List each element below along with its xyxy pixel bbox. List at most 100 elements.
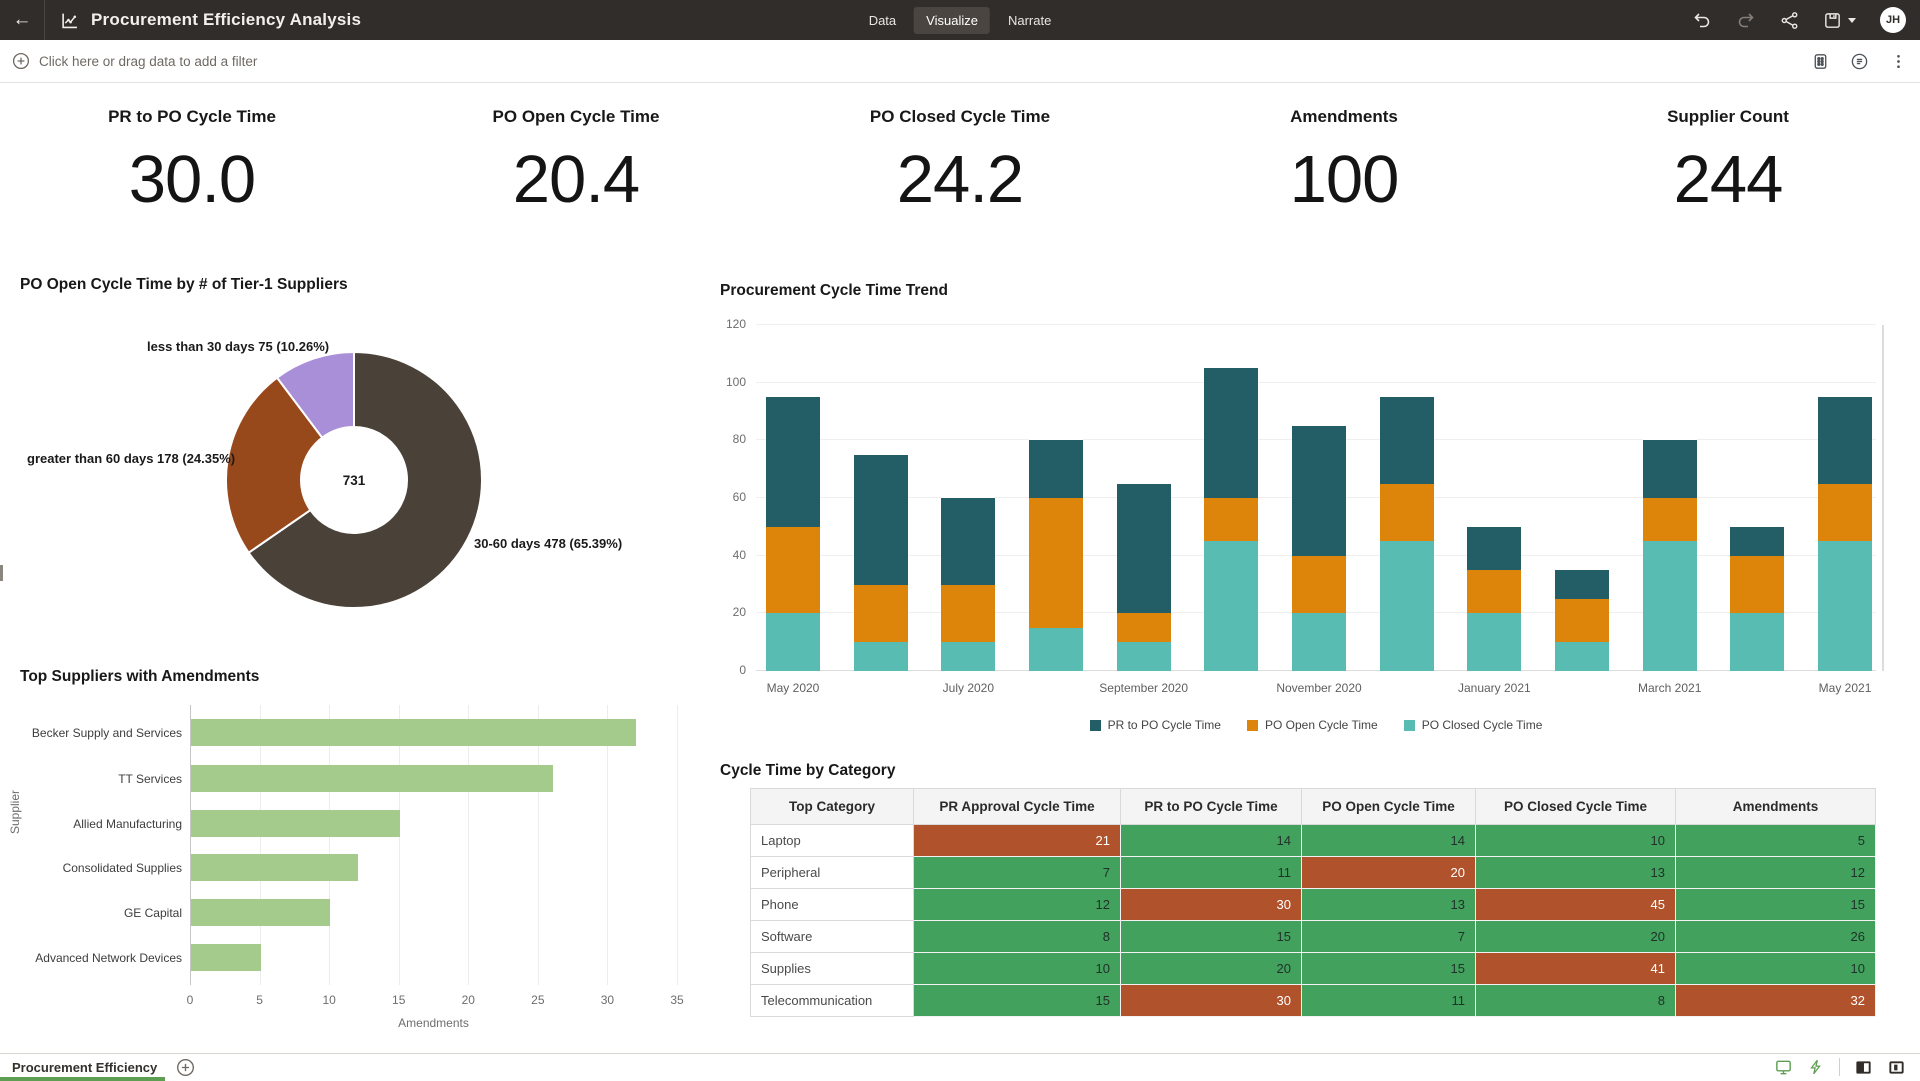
stacked-bar-segment[interactable]	[1555, 569, 1609, 599]
supplier-bar[interactable]	[191, 719, 636, 746]
stacked-bar-segment[interactable]	[1555, 642, 1609, 671]
table-value-cell[interactable]: 20	[1302, 857, 1476, 889]
table-value-cell[interactable]: 5	[1676, 825, 1876, 857]
table-value-cell[interactable]: 41	[1476, 953, 1676, 985]
stacked-bar-segment[interactable]	[1380, 541, 1434, 671]
stacked-bar-segment[interactable]	[1292, 555, 1346, 614]
legend-item[interactable]: PO Closed Cycle Time	[1404, 718, 1543, 732]
table-category-cell[interactable]: Phone	[751, 889, 914, 921]
panel-resize-handle[interactable]	[0, 565, 3, 581]
auto-refresh-icon[interactable]	[1807, 1058, 1825, 1076]
table-column-header[interactable]: Amendments	[1676, 789, 1876, 825]
stacked-bar-segment[interactable]	[1292, 613, 1346, 671]
canvas-tab[interactable]: Procurement Efficiency	[12, 1060, 157, 1075]
stacked-bar-segment[interactable]	[766, 396, 820, 527]
stacked-bar-segment[interactable]	[1204, 497, 1258, 541]
stacked-bar-segment[interactable]	[1029, 439, 1083, 498]
table-category-cell[interactable]: Telecommunication	[751, 985, 914, 1017]
tab-data[interactable]: Data	[857, 7, 908, 34]
chart-scrollbar[interactable]	[1882, 325, 1884, 671]
table-value-cell[interactable]: 30	[1121, 985, 1302, 1017]
stacked-bar-segment[interactable]	[1292, 425, 1346, 556]
table-category-cell[interactable]: Laptop	[751, 825, 914, 857]
stacked-bar-segment[interactable]	[1117, 612, 1171, 642]
redo-icon[interactable]	[1736, 10, 1756, 30]
stacked-bar-segment[interactable]	[1643, 497, 1697, 541]
table-column-header[interactable]: PR Approval Cycle Time	[914, 789, 1121, 825]
kpi-tile[interactable]: Supplier Count244	[1536, 95, 1920, 245]
kebab-menu-icon[interactable]	[1889, 52, 1908, 71]
legend-item[interactable]: PO Open Cycle Time	[1247, 718, 1378, 732]
stacked-bar-segment[interactable]	[1818, 483, 1872, 542]
stacked-bar-segment[interactable]	[1204, 367, 1258, 498]
stacked-bar-segment[interactable]	[766, 613, 820, 671]
add-filter-area[interactable]: Click here or drag data to add a filter	[12, 52, 257, 70]
kpi-tile[interactable]: PR to PO Cycle Time30.0	[0, 95, 384, 245]
kpi-tile[interactable]: Amendments100	[1152, 95, 1536, 245]
table-column-header[interactable]: PO Closed Cycle Time	[1476, 789, 1676, 825]
stacked-bar-segment[interactable]	[854, 584, 908, 643]
table-value-cell[interactable]: 14	[1121, 825, 1302, 857]
stacked-bar-segment[interactable]	[1818, 541, 1872, 671]
undo-icon[interactable]	[1692, 10, 1712, 30]
stacked-bar-segment[interactable]	[1643, 541, 1697, 671]
table-value-cell[interactable]: 7	[914, 857, 1121, 889]
stacked-bar-segment[interactable]	[1380, 483, 1434, 542]
supplier-bar[interactable]	[191, 899, 330, 926]
stacked-bar-segment[interactable]	[941, 497, 995, 585]
stacked-bar-segment[interactable]	[1555, 598, 1609, 642]
add-canvas-button[interactable]	[176, 1058, 195, 1077]
tab-visualize[interactable]: Visualize	[914, 7, 990, 34]
kpi-tile[interactable]: PO Closed Cycle Time24.2	[768, 95, 1152, 245]
layout-panel-right-icon[interactable]	[1854, 1058, 1873, 1077]
table-value-cell[interactable]: 10	[1676, 953, 1876, 985]
stacked-bar-segment[interactable]	[941, 642, 995, 671]
table-value-cell[interactable]: 10	[1476, 825, 1676, 857]
table-value-cell[interactable]: 13	[1476, 857, 1676, 889]
table-value-cell[interactable]: 20	[1476, 921, 1676, 953]
stacked-bar-segment[interactable]	[1818, 396, 1872, 484]
stacked-bar-segment[interactable]	[1204, 541, 1258, 671]
legend-item[interactable]: PR to PO Cycle Time	[1090, 718, 1221, 732]
stacked-bar-segment[interactable]	[1029, 497, 1083, 628]
table-category-cell[interactable]: Supplies	[751, 953, 914, 985]
back-button[interactable]: ←	[0, 0, 44, 40]
table-value-cell[interactable]: 11	[1302, 985, 1476, 1017]
table-column-header[interactable]: Top Category	[751, 789, 914, 825]
supplier-bar[interactable]	[191, 810, 400, 837]
stacked-bar-segment[interactable]	[1467, 526, 1521, 570]
stacked-bar-segment[interactable]	[1380, 396, 1434, 484]
stacked-bar-segment[interactable]	[1467, 613, 1521, 671]
kpi-tile[interactable]: PO Open Cycle Time20.4	[384, 95, 768, 245]
stacked-bar-segment[interactable]	[854, 454, 908, 585]
table-value-cell[interactable]: 8	[1476, 985, 1676, 1017]
table-value-cell[interactable]: 12	[1676, 857, 1876, 889]
table-value-cell[interactable]: 7	[1302, 921, 1476, 953]
avatar[interactable]: JH	[1880, 7, 1906, 33]
table-value-cell[interactable]: 20	[1121, 953, 1302, 985]
table-value-cell[interactable]: 15	[1676, 889, 1876, 921]
table-value-cell[interactable]: 45	[1476, 889, 1676, 921]
stacked-bar-segment[interactable]	[1029, 628, 1083, 671]
stacked-bar-segment[interactable]	[1643, 439, 1697, 498]
table-value-cell[interactable]: 30	[1121, 889, 1302, 921]
supplier-bar[interactable]	[191, 765, 553, 792]
stacked-bar-segment[interactable]	[1467, 569, 1521, 613]
table-value-cell[interactable]: 15	[1121, 921, 1302, 953]
stacked-bar-segment[interactable]	[1730, 526, 1784, 556]
table-value-cell[interactable]: 32	[1676, 985, 1876, 1017]
save-button[interactable]	[1823, 11, 1856, 30]
table-value-cell[interactable]: 15	[914, 985, 1121, 1017]
stacked-bar-segment[interactable]	[854, 642, 908, 671]
table-value-cell[interactable]: 11	[1121, 857, 1302, 889]
stacked-bar-segment[interactable]	[1730, 555, 1784, 614]
stacked-bar-segment[interactable]	[1117, 642, 1171, 671]
layout-panel-center-icon[interactable]	[1887, 1058, 1906, 1077]
share-icon[interactable]	[1780, 11, 1799, 30]
supplier-bar[interactable]	[191, 854, 358, 881]
stacked-bar-segment[interactable]	[941, 584, 995, 643]
stacked-bar-segment[interactable]	[766, 526, 820, 614]
supplier-bar[interactable]	[191, 944, 261, 971]
present-mode-icon[interactable]	[1774, 1058, 1793, 1077]
tab-narrate[interactable]: Narrate	[996, 7, 1063, 34]
